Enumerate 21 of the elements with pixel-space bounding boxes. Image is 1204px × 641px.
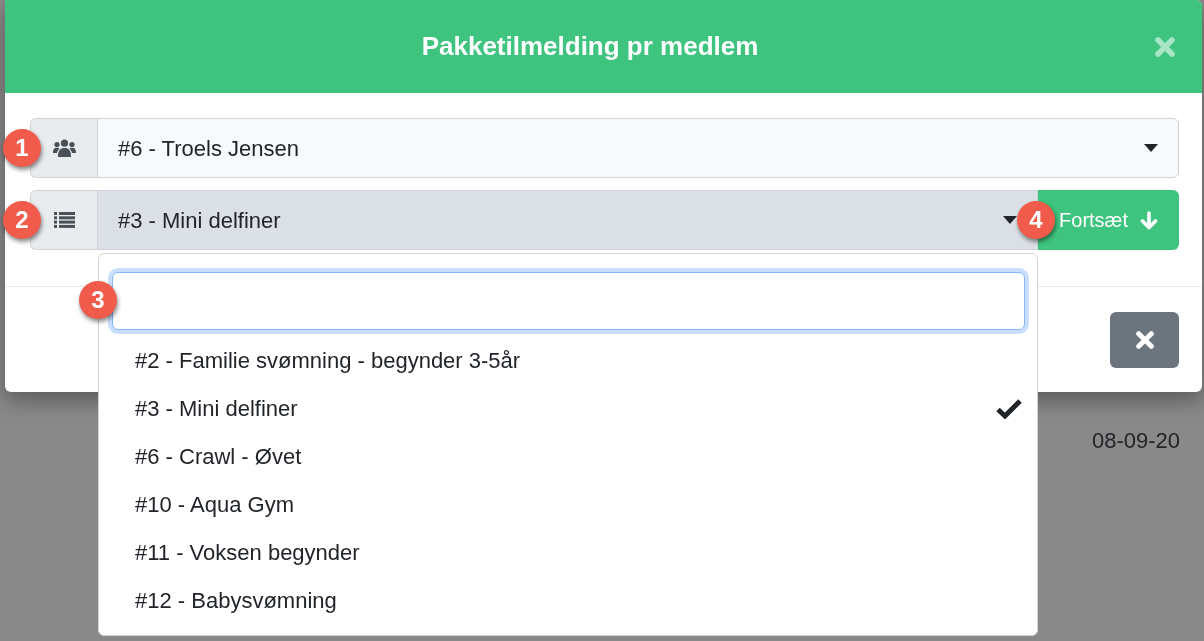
caret-icon <box>1144 144 1158 152</box>
dropdown-option[interactable]: #2 - Familie svømning - begynder 3-5år <box>112 336 1025 384</box>
search-field[interactable] <box>112 272 1025 330</box>
dropdown-option[interactable]: #3 - Mini delfiner <box>112 384 1025 432</box>
dropdown-option[interactable]: #10 - Aqua Gym <box>112 480 1025 528</box>
dropdown-option[interactable]: #6 - Crawl - Øvet <box>112 432 1025 480</box>
caret-icon <box>1003 216 1017 224</box>
dropdown-option[interactable]: #11 - Voksen begynder <box>112 528 1025 576</box>
date-text: 08-09-20 <box>1092 427 1181 455</box>
dropdown-option[interactable]: #12 - Babysvømning <box>112 576 1025 624</box>
dialog-title: Pakketilmelding pr medlem <box>421 30 759 63</box>
users-icon <box>52 139 76 157</box>
close-icon <box>1155 36 1175 57</box>
close-button[interactable] <box>1110 312 1179 368</box>
arrow-down-icon <box>1139 210 1158 230</box>
step-marker: 2 <box>3 201 41 239</box>
step-marker: 3 <box>79 281 117 319</box>
list-icon <box>53 212 75 228</box>
step-marker: 1 <box>3 129 41 167</box>
member-select[interactable]: #6 - Troels Jensen <box>97 118 1179 178</box>
close-icon <box>1135 331 1154 349</box>
